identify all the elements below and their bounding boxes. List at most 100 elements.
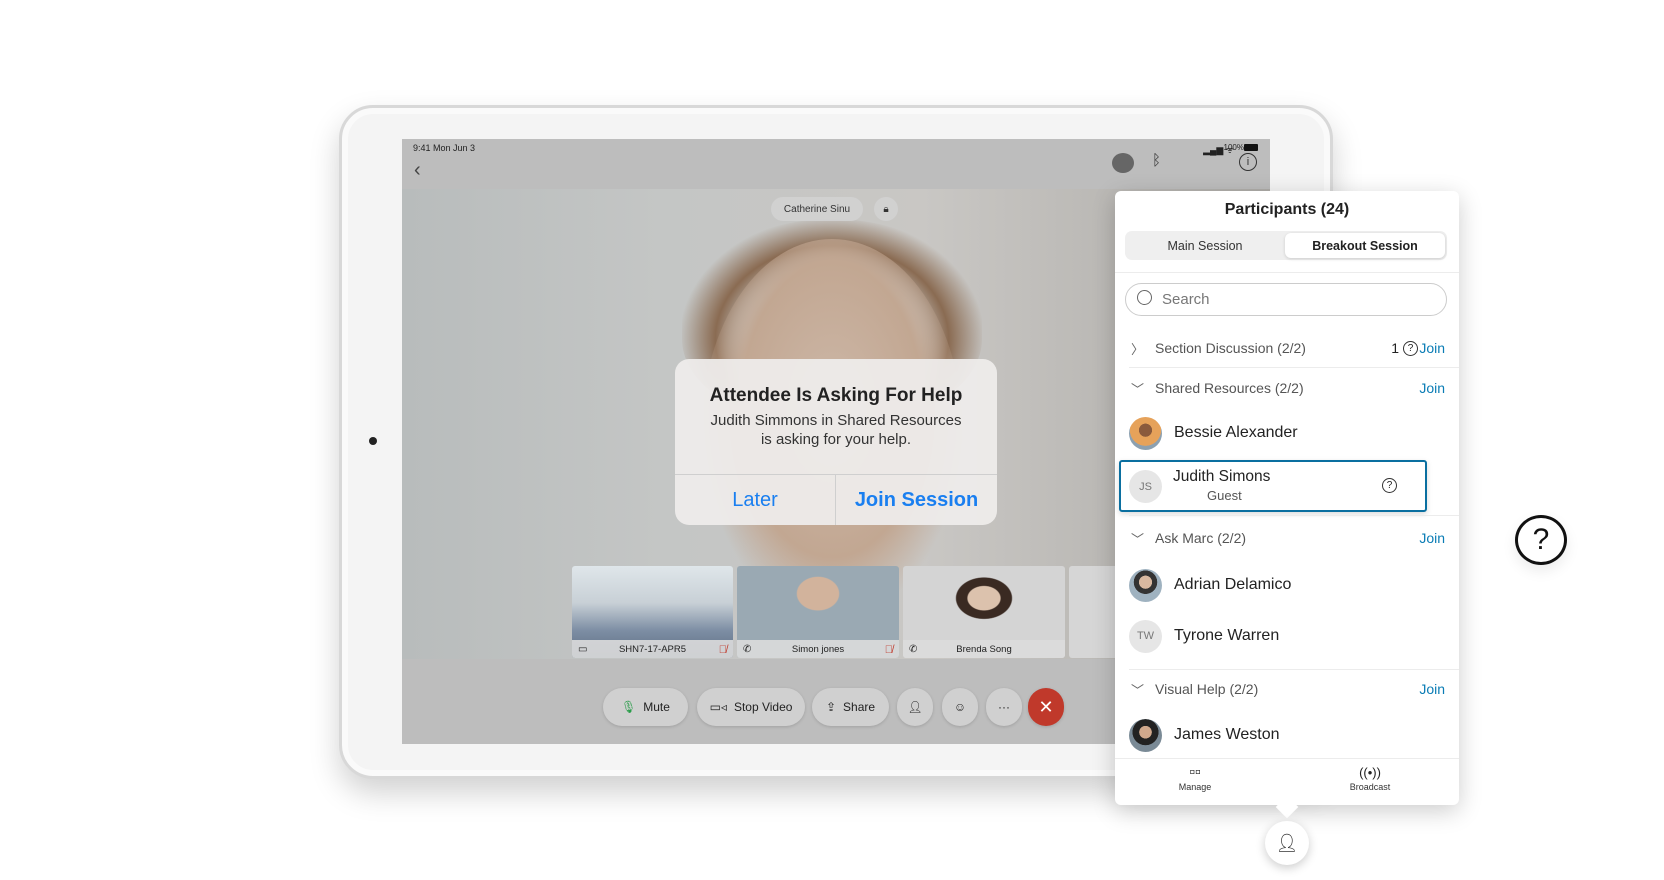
participant-role: Guest	[1207, 488, 1242, 503]
video-camera-icon: ▭◃	[709, 700, 727, 714]
group-row[interactable]: 〉 Section Discussion (2/2) 1 ? Join	[1115, 337, 1459, 359]
mute-button[interactable]: 🎙︎ Mute	[603, 688, 688, 726]
back-chevron-icon[interactable]: ‹	[414, 159, 421, 182]
help-request-dialog: Attendee Is Asking For Help Judith Simmo…	[675, 359, 997, 525]
status-time: 9:41 Mon Jun 3	[413, 143, 476, 153]
dialog-title: Attendee Is Asking For Help	[709, 385, 963, 406]
ipad-camera	[369, 437, 377, 445]
session-tabs: Main Session Breakout Session	[1125, 231, 1447, 260]
assistant-bot-icon[interactable]	[1112, 153, 1134, 173]
participant-name: Tyrone Warren	[1174, 627, 1280, 644]
manage-grid-icon: ▫▫	[1189, 764, 1201, 781]
help-chat-bubble-icon: ?	[1515, 515, 1567, 565]
stop-video-label: Stop Video	[733, 700, 793, 714]
avatar	[1129, 718, 1162, 752]
participant-row[interactable]: Adrian Delamico	[1115, 568, 1459, 602]
divider	[1129, 515, 1459, 516]
video-thumbnail[interactable]: Brenda Song ✆	[903, 566, 1065, 658]
participant-row[interactable]: Bessie Alexander	[1115, 416, 1459, 450]
broadcast-label: Broadcast	[1349, 782, 1391, 792]
help-question-icon: ?	[1382, 478, 1397, 493]
share-label: Share	[843, 700, 876, 714]
participant-name: Adrian Delamico	[1174, 576, 1292, 593]
muted-icon: 🎙̸	[884, 644, 893, 656]
group-name: Visual Help (2/2)	[1155, 681, 1259, 697]
info-icon[interactable]: i	[1239, 153, 1257, 171]
join-button[interactable]: Join	[1419, 340, 1445, 356]
group-row[interactable]: ﹀ Ask Marc (2/2) Join	[1115, 527, 1459, 549]
group-name: Section Discussion (2/2)	[1155, 340, 1306, 356]
group-name: Shared Resources (2/2)	[1155, 380, 1304, 396]
room-device-icon: ▭	[578, 644, 588, 655]
thumbnail-name: Brenda Song	[903, 640, 1065, 658]
divider	[1115, 758, 1459, 759]
group-row[interactable]: ﹀ Visual Help (2/2) Join	[1115, 678, 1459, 700]
reactions-button[interactable]: ☺	[942, 688, 978, 726]
participant-row-highlighted[interactable]: JS Judith Simons Guest ?	[1119, 460, 1427, 512]
mute-label: Mute	[643, 700, 670, 714]
emoji-icon: ☺	[953, 700, 967, 714]
join-session-button[interactable]: Join Session	[836, 475, 997, 525]
divider	[1129, 367, 1459, 368]
search-placeholder: Search	[1162, 291, 1210, 308]
avatar	[1129, 568, 1162, 602]
battery-icon	[1244, 144, 1258, 151]
manage-button[interactable]: ▫▫ Manage	[1165, 764, 1225, 792]
search-icon	[1137, 290, 1152, 305]
chevron-down-icon: ﹀	[1131, 531, 1145, 547]
tab-breakout-session[interactable]: Breakout Session	[1285, 233, 1445, 258]
thumbnail-name: Simon jones	[737, 640, 899, 658]
chevron-down-icon: ﹀	[1131, 682, 1145, 698]
participants-button[interactable]: 👤︎	[897, 688, 933, 726]
phone-icon: ✆	[909, 644, 918, 655]
join-button[interactable]: Join	[1419, 530, 1445, 546]
status-bar: 9:41 Mon Jun 3 ▂▄▆ ᯤ 100%	[402, 139, 1270, 157]
later-button[interactable]: Later	[675, 475, 835, 525]
broadcast-icon: ((•))	[1359, 765, 1381, 780]
muted-icon: 🎙̸	[718, 644, 727, 656]
panel-title: Participants (24)	[1224, 201, 1350, 218]
more-icon: ···	[998, 700, 1010, 714]
avatar	[1129, 416, 1162, 450]
more-button[interactable]: ···	[986, 688, 1022, 726]
participant-row[interactable]: TW Tyrone Warren	[1115, 619, 1459, 653]
divider	[1115, 272, 1459, 273]
join-button[interactable]: Join	[1419, 380, 1445, 396]
dialog-message-line2: is asking for your help.	[760, 431, 912, 448]
participant-name: Judith Simons	[1173, 468, 1271, 485]
dialog-message-line1: Judith Simmons in Shared Resources	[710, 412, 962, 429]
share-icon: ⇪	[825, 700, 837, 714]
participant-row[interactable]: James Weston	[1115, 718, 1459, 752]
lock-icon[interactable]: 🔒︎	[874, 197, 898, 221]
broadcast-button[interactable]: ((•)) Broadcast	[1335, 764, 1405, 792]
close-icon: ✕	[1038, 696, 1054, 717]
help-question-icon: ?	[1403, 340, 1418, 356]
share-button[interactable]: ⇪ Share	[812, 688, 889, 726]
participants-icon: 👤︎	[907, 700, 923, 714]
tab-main-session[interactable]: Main Session	[1125, 231, 1285, 260]
video-thumbnail[interactable]	[1069, 566, 1119, 658]
thumbnail-name: SHN7-17-APR5	[572, 640, 733, 658]
search-input[interactable]: Search	[1125, 283, 1447, 316]
stop-video-button[interactable]: ▭◃ Stop Video	[697, 688, 805, 726]
group-name: Ask Marc (2/2)	[1155, 530, 1247, 546]
end-call-button[interactable]: ✕	[1028, 688, 1064, 726]
participants-toggle-button[interactable]: 👤︎	[1265, 821, 1309, 865]
participants-icon: 👤︎	[1275, 832, 1299, 853]
avatar-initials: TW	[1129, 619, 1162, 653]
bluetooth-icon[interactable]: ᛒ	[1152, 152, 1161, 169]
divider	[1129, 669, 1459, 670]
video-thumbnail[interactable]: SHN7-17-APR5 ▭ 🎙̸	[572, 566, 733, 658]
group-row[interactable]: ﹀ Shared Resources (2/2) Join	[1115, 377, 1459, 399]
participant-name: Bessie Alexander	[1174, 424, 1298, 441]
video-thumbnail[interactable]: Simon jones ✆ 🎙̸	[737, 566, 899, 658]
join-button[interactable]: Join	[1419, 681, 1445, 697]
participants-panel: Participants (24) Main Session Breakout …	[1115, 191, 1459, 805]
battery-level: 100%	[1223, 143, 1244, 152]
chevron-down-icon: ﹀	[1131, 381, 1145, 397]
microphone-icon: 🎙︎	[621, 700, 637, 714]
help-count: 1	[1391, 340, 1399, 356]
chevron-right-icon: 〉	[1131, 341, 1145, 357]
active-speaker-label: Catherine Sinu	[771, 197, 863, 221]
manage-label: Manage	[1178, 782, 1212, 792]
